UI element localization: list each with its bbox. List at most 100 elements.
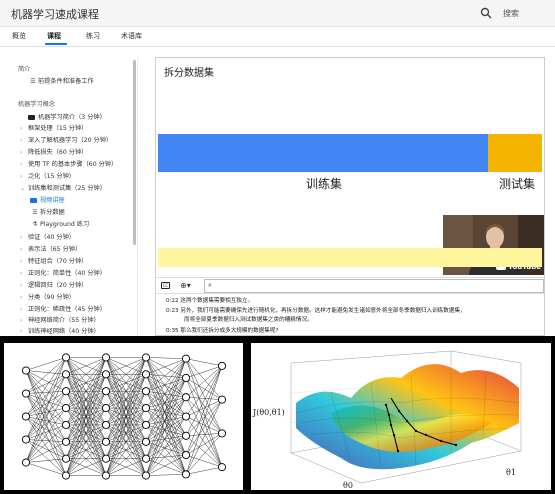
document-icon: ☰ — [30, 78, 36, 85]
loss-surface-graph: J(θ0,θ1) θ0 θ1 — [252, 350, 522, 490]
sidebar-item-generalization[interactable]: › 泛化（15 分钟） — [20, 172, 75, 182]
tab-course[interactable]: 课程 — [47, 31, 61, 41]
z-axis-label: J(θ0,θ1) — [252, 408, 285, 417]
network-node — [61, 454, 71, 463]
loss-surface — [296, 364, 519, 470]
network-edge — [145, 474, 187, 476]
sidebar-item-classification[interactable]: › 分类（90 分钟） — [20, 293, 75, 303]
search-icon[interactable] — [480, 7, 492, 19]
sidebar-item-prereq[interactable]: ☰ 前提条件和准备工作 — [28, 77, 93, 87]
tab-bar: 概览 课程 练习 术语库 — [0, 27, 555, 47]
sidebar-item-regularization-simplicity[interactable]: › 正则化：简单性（40 分钟） — [20, 269, 106, 279]
sidebar-item-reducing-loss[interactable]: › 降低损失（60 分钟） — [20, 148, 87, 158]
network-node — [21, 458, 31, 467]
chevron-right-icon: › — [20, 173, 23, 180]
network-node — [61, 387, 71, 396]
network-node — [141, 353, 151, 362]
network-node — [181, 470, 191, 479]
network-edge — [25, 357, 67, 417]
sidebar-item-intro[interactable]: 机器学习简介（3 分钟） — [28, 113, 106, 123]
search-label[interactable]: 搜索 — [503, 8, 519, 19]
transcript-line-current[interactable]: 0:23 另外，我们可能需要确保先进行随机化，再拆分数据。这样才能避免发生诸如意… — [166, 306, 466, 314]
chevron-right-icon: › — [20, 137, 23, 144]
network-node — [101, 353, 111, 362]
network-node — [101, 404, 111, 413]
neural-network-graph — [21, 353, 227, 480]
neural-network-diagram — [4, 343, 243, 490]
network-node — [217, 429, 227, 438]
chevron-right-icon: › — [20, 149, 23, 156]
sidebar-heading-intro: 简介 — [18, 66, 31, 73]
sidebar-scrollbar[interactable] — [133, 60, 136, 245]
training-set-label: 训练集 — [306, 177, 343, 191]
chevron-right-icon: › — [20, 125, 23, 132]
network-edge — [25, 407, 67, 463]
sidebar-item-framing[interactable]: › 框架处理（15 分钟） — [20, 124, 87, 134]
sidebar-item-feature-crosses[interactable]: › 特征组合（70 分钟） — [20, 257, 87, 267]
sidebar-item-training-nn[interactable]: › 训练神经网络（40 分钟） — [20, 327, 100, 336]
test-set-label: 测试集 — [499, 177, 536, 191]
network-node — [61, 404, 71, 413]
sidebar-item-video-lecture[interactable]: 视频讲座 — [30, 196, 65, 206]
network-edge — [185, 365, 223, 475]
network-node — [181, 412, 191, 421]
app-title: 机器学习速成课程 — [11, 8, 99, 21]
network-node — [61, 353, 71, 362]
loss-surface-plot: J(θ0,θ1) θ0 θ1 — [251, 343, 551, 490]
sidebar-item-train-test[interactable]: ⌄ 训练集和测试集（25 分钟） — [20, 184, 106, 194]
active-tab-indicator — [45, 43, 67, 45]
network-edge — [145, 374, 187, 398]
transcript-search-input[interactable] — [204, 279, 544, 293]
sidebar-item-regularization-sparsity[interactable]: › 正则化：稀疏性（45 分钟） — [20, 305, 106, 315]
network-edge — [25, 439, 67, 443]
sidebar-heading-concepts: 机器学习概念 — [18, 101, 56, 108]
sidebar-item-logistic-regression[interactable]: › 逻辑回归（20 分钟） — [20, 281, 87, 291]
network-node — [101, 454, 111, 463]
test-set-bar — [488, 134, 542, 172]
tab-overview[interactable]: 概览 — [12, 31, 26, 41]
training-set-bar — [158, 134, 488, 172]
network-node — [21, 412, 31, 421]
chevron-right-icon: › — [20, 317, 23, 324]
chevron-right-icon: › — [20, 270, 23, 277]
network-node — [217, 395, 227, 404]
network-edge — [25, 357, 67, 371]
sidebar-item-tf-steps[interactable]: › 使用 TF 的基本步骤（60 分钟） — [20, 160, 117, 170]
network-node — [101, 437, 111, 446]
video-title: 拆分数据集 — [164, 68, 214, 79]
transcript-line[interactable]: 0:35 那么我们还拆分成多大规模的数据集呢? — [166, 326, 278, 334]
sidebar-item-validation[interactable]: › 验证（40 分钟） — [20, 233, 75, 243]
closed-captions-icon[interactable]: CC — [161, 282, 170, 289]
sidebar-item-playground[interactable]: ⚗ Playground 练习 — [30, 220, 89, 230]
chevron-right-icon: › — [20, 161, 23, 168]
network-edge — [185, 399, 223, 436]
network-node — [217, 361, 227, 370]
current-transcript-highlight — [158, 248, 542, 267]
network-node — [21, 389, 31, 398]
transcript-line[interactable]: 0:22 这两个数据集需要相互独立。 — [166, 296, 253, 304]
network-edge — [185, 397, 223, 434]
network-edge — [25, 462, 67, 476]
sidebar-item-neural-networks[interactable]: › 神经网络简介（55 分钟） — [20, 316, 100, 326]
network-edge — [145, 435, 187, 459]
sidebar-item-descending[interactable]: › 深入了解机器学习（20 分钟） — [20, 136, 112, 146]
youtube-icon — [28, 115, 35, 120]
network-node — [141, 370, 151, 379]
document-icon: ☰ — [32, 209, 38, 216]
sidebar-item-splitting-data[interactable]: ☰ 拆分数据 — [30, 208, 64, 218]
network-edge — [25, 416, 67, 476]
chevron-right-icon: › — [20, 258, 23, 265]
tab-practice[interactable]: 练习 — [86, 31, 100, 41]
sidebar-item-representation[interactable]: › 表示法（65 分钟） — [20, 245, 81, 255]
app-bar: 机器学习速成课程 搜索 — [0, 0, 555, 27]
tab-glossary[interactable]: 术语库 — [121, 31, 142, 41]
transcript-line-continuation[interactable]: 而将全部夏季数据归入测试数据集之类的糟糕情况。 — [184, 315, 313, 323]
network-node — [181, 373, 191, 382]
language-globe-icon[interactable]: ⊕▾ — [180, 281, 191, 290]
network-node — [21, 366, 31, 375]
network-node — [181, 354, 191, 363]
course-screenshot: 机器学习速成课程 搜索 概览 课程 练习 术语库 简介 ☰ 前提条件和准备工作 机… — [0, 0, 555, 336]
network-node — [141, 404, 151, 413]
youtube-icon — [30, 198, 37, 203]
network-node — [21, 435, 31, 444]
